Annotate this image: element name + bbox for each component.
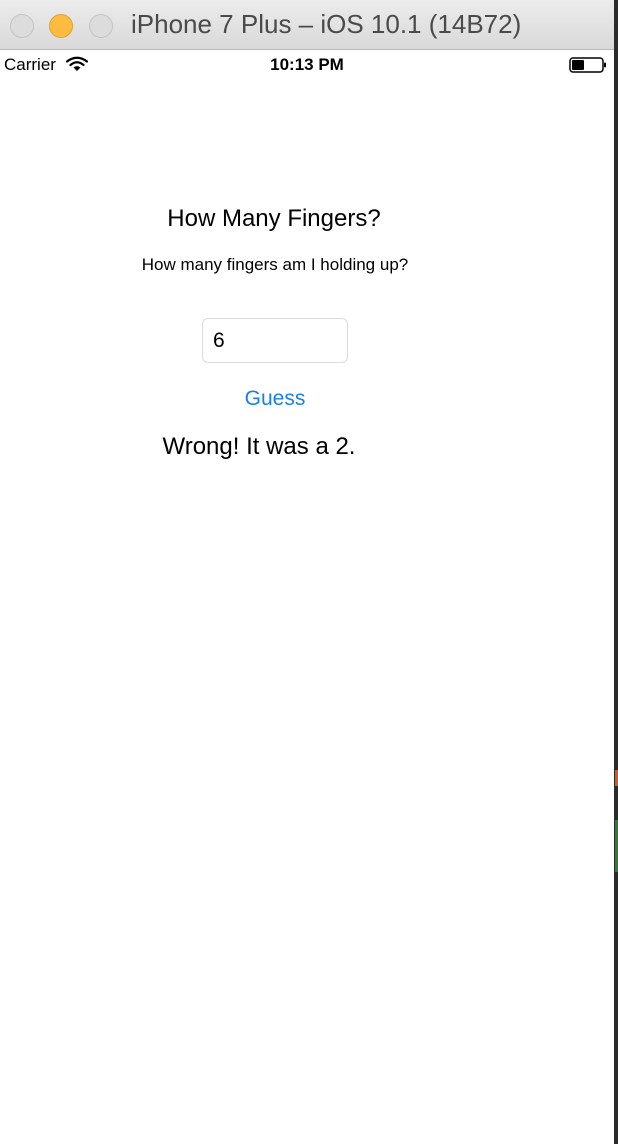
window-edge	[614, 0, 618, 1144]
status-bar: Carrier 10:13 PM	[0, 50, 614, 80]
battery-icon	[569, 57, 607, 73]
app-title: How Many Fingers?	[167, 205, 381, 232]
zoom-window-button[interactable]	[89, 14, 113, 38]
simulator-window: iPhone 7 Plus – iOS 10.1 (14B72) Carrier…	[0, 0, 618, 1144]
minimize-window-button[interactable]	[49, 14, 73, 38]
status-time: 10:13 PM	[270, 55, 344, 74]
question-label: How many fingers am I holding up?	[141, 255, 409, 274]
guess-button[interactable]: Guess	[200, 383, 350, 415]
window-title: iPhone 7 Plus – iOS 10.1 (14B72)	[131, 9, 522, 39]
close-window-button[interactable]	[10, 14, 34, 38]
guess-input[interactable]	[202, 318, 348, 363]
result-label: Wrong! It was a 2.	[162, 433, 356, 460]
window-title-bar: iPhone 7 Plus – iOS 10.1 (14B72)	[0, 0, 614, 50]
